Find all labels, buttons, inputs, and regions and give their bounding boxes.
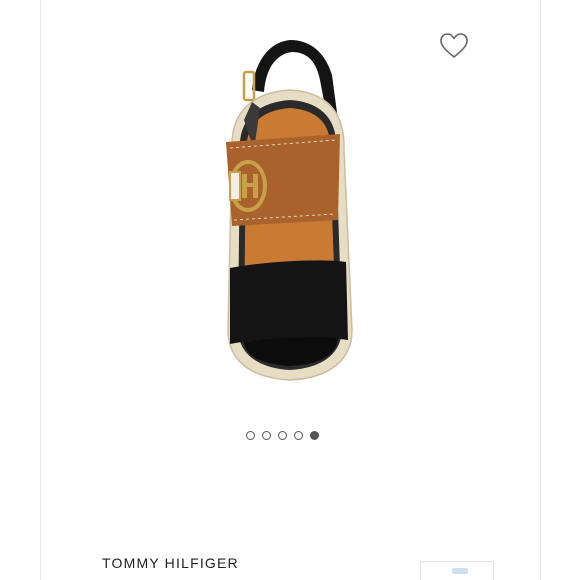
- brand-name[interactable]: TOMMY HILFIGER: [102, 555, 239, 571]
- carousel-dot-2[interactable]: [262, 431, 271, 440]
- product-image[interactable]: [160, 30, 420, 390]
- carousel-dots: [246, 431, 319, 443]
- buckle-h-mid: [244, 183, 256, 187]
- sandal-image: [226, 40, 353, 381]
- black-strap: [230, 260, 348, 344]
- carousel-dot-3[interactable]: [278, 431, 287, 440]
- carousel-dot-5[interactable]: [310, 431, 319, 440]
- page-left-border: [40, 0, 41, 580]
- carousel-dot-4[interactable]: [294, 431, 303, 440]
- page-right-border: [540, 0, 541, 580]
- carousel-dot-1[interactable]: [246, 431, 255, 440]
- buckle-bar: [229, 171, 241, 201]
- partial-button-icon: [452, 568, 468, 574]
- favorite-button[interactable]: [438, 30, 470, 62]
- heart-outline-icon: [440, 33, 468, 58]
